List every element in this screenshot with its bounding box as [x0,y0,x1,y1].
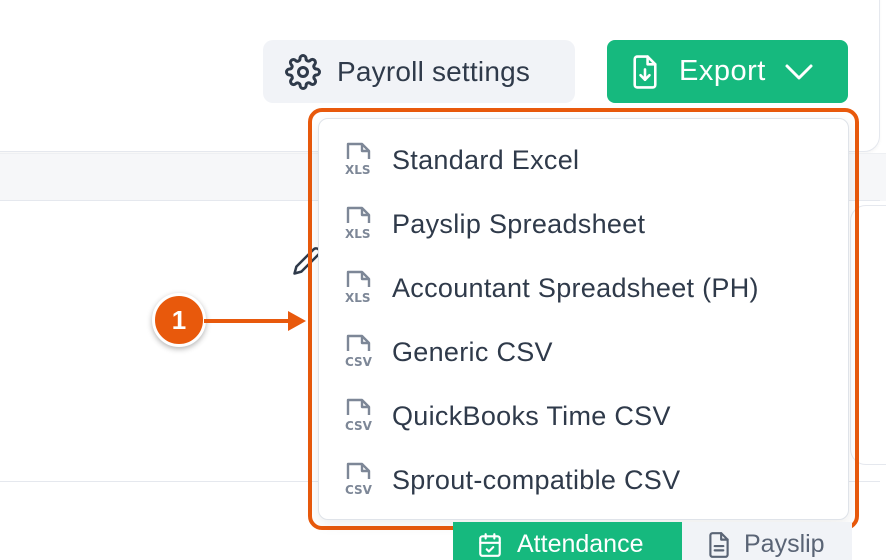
menu-item-label: Generic CSV [392,336,553,367]
chevron-down-icon [785,64,813,79]
menu-item-sprout-compatible-csv[interactable]: CSV Sprout-compatible CSV [319,448,848,512]
payroll-settings-label: Payroll settings [337,55,531,87]
menu-item-label: Payslip Spreadsheet [392,208,646,239]
tab-payslip-label: Payslip [744,530,825,558]
calendar-check-icon [479,532,501,557]
menu-item-quickbooks-time-csv[interactable]: CSV QuickBooks Time CSV [319,384,848,448]
csv-file-icon: CSV [345,398,373,433]
xls-file-icon: XLS [345,142,371,177]
tab-attendance[interactable]: Attendance [453,522,682,560]
csv-file-icon: CSV [345,334,373,369]
svg-text:XLS: XLS [345,291,371,305]
step-callout-badge: 1 [152,293,206,347]
menu-item-generic-csv[interactable]: CSV Generic CSV [319,320,848,384]
menu-item-label: Sprout-compatible CSV [392,464,681,495]
export-dropdown-menu: XLS Standard Excel XLS Payslip Spreadshe… [318,118,849,520]
gear-icon [285,53,321,90]
menu-item-payslip-spreadsheet[interactable]: XLS Payslip Spreadsheet [319,192,848,256]
svg-text:XLS: XLS [345,163,371,177]
menu-item-standard-excel[interactable]: XLS Standard Excel [319,128,848,192]
payroll-settings-button[interactable]: Payroll settings [263,40,575,103]
file-download-icon [633,54,657,89]
export-button[interactable]: Export [607,40,848,103]
document-icon [709,531,729,558]
tab-attendance-label: Attendance [517,530,644,558]
svg-text:CSV: CSV [345,483,373,497]
export-label: Export [679,55,766,87]
csv-file-icon: CSV [345,462,373,497]
menu-item-label: Accountant Spreadsheet (PH) [392,272,759,303]
xls-file-icon: XLS [345,270,371,305]
menu-item-label: QuickBooks Time CSV [392,400,671,431]
callout-arrow [204,311,306,331]
svg-text:XLS: XLS [345,227,371,241]
xls-file-icon: XLS [345,206,371,241]
svg-text:CSV: CSV [345,419,373,433]
menu-item-accountant-spreadsheet[interactable]: XLS Accountant Spreadsheet (PH) [319,256,848,320]
svg-text:CSV: CSV [345,355,373,369]
tab-payslip[interactable]: Payslip [682,522,852,560]
menu-item-label: Standard Excel [392,144,580,175]
